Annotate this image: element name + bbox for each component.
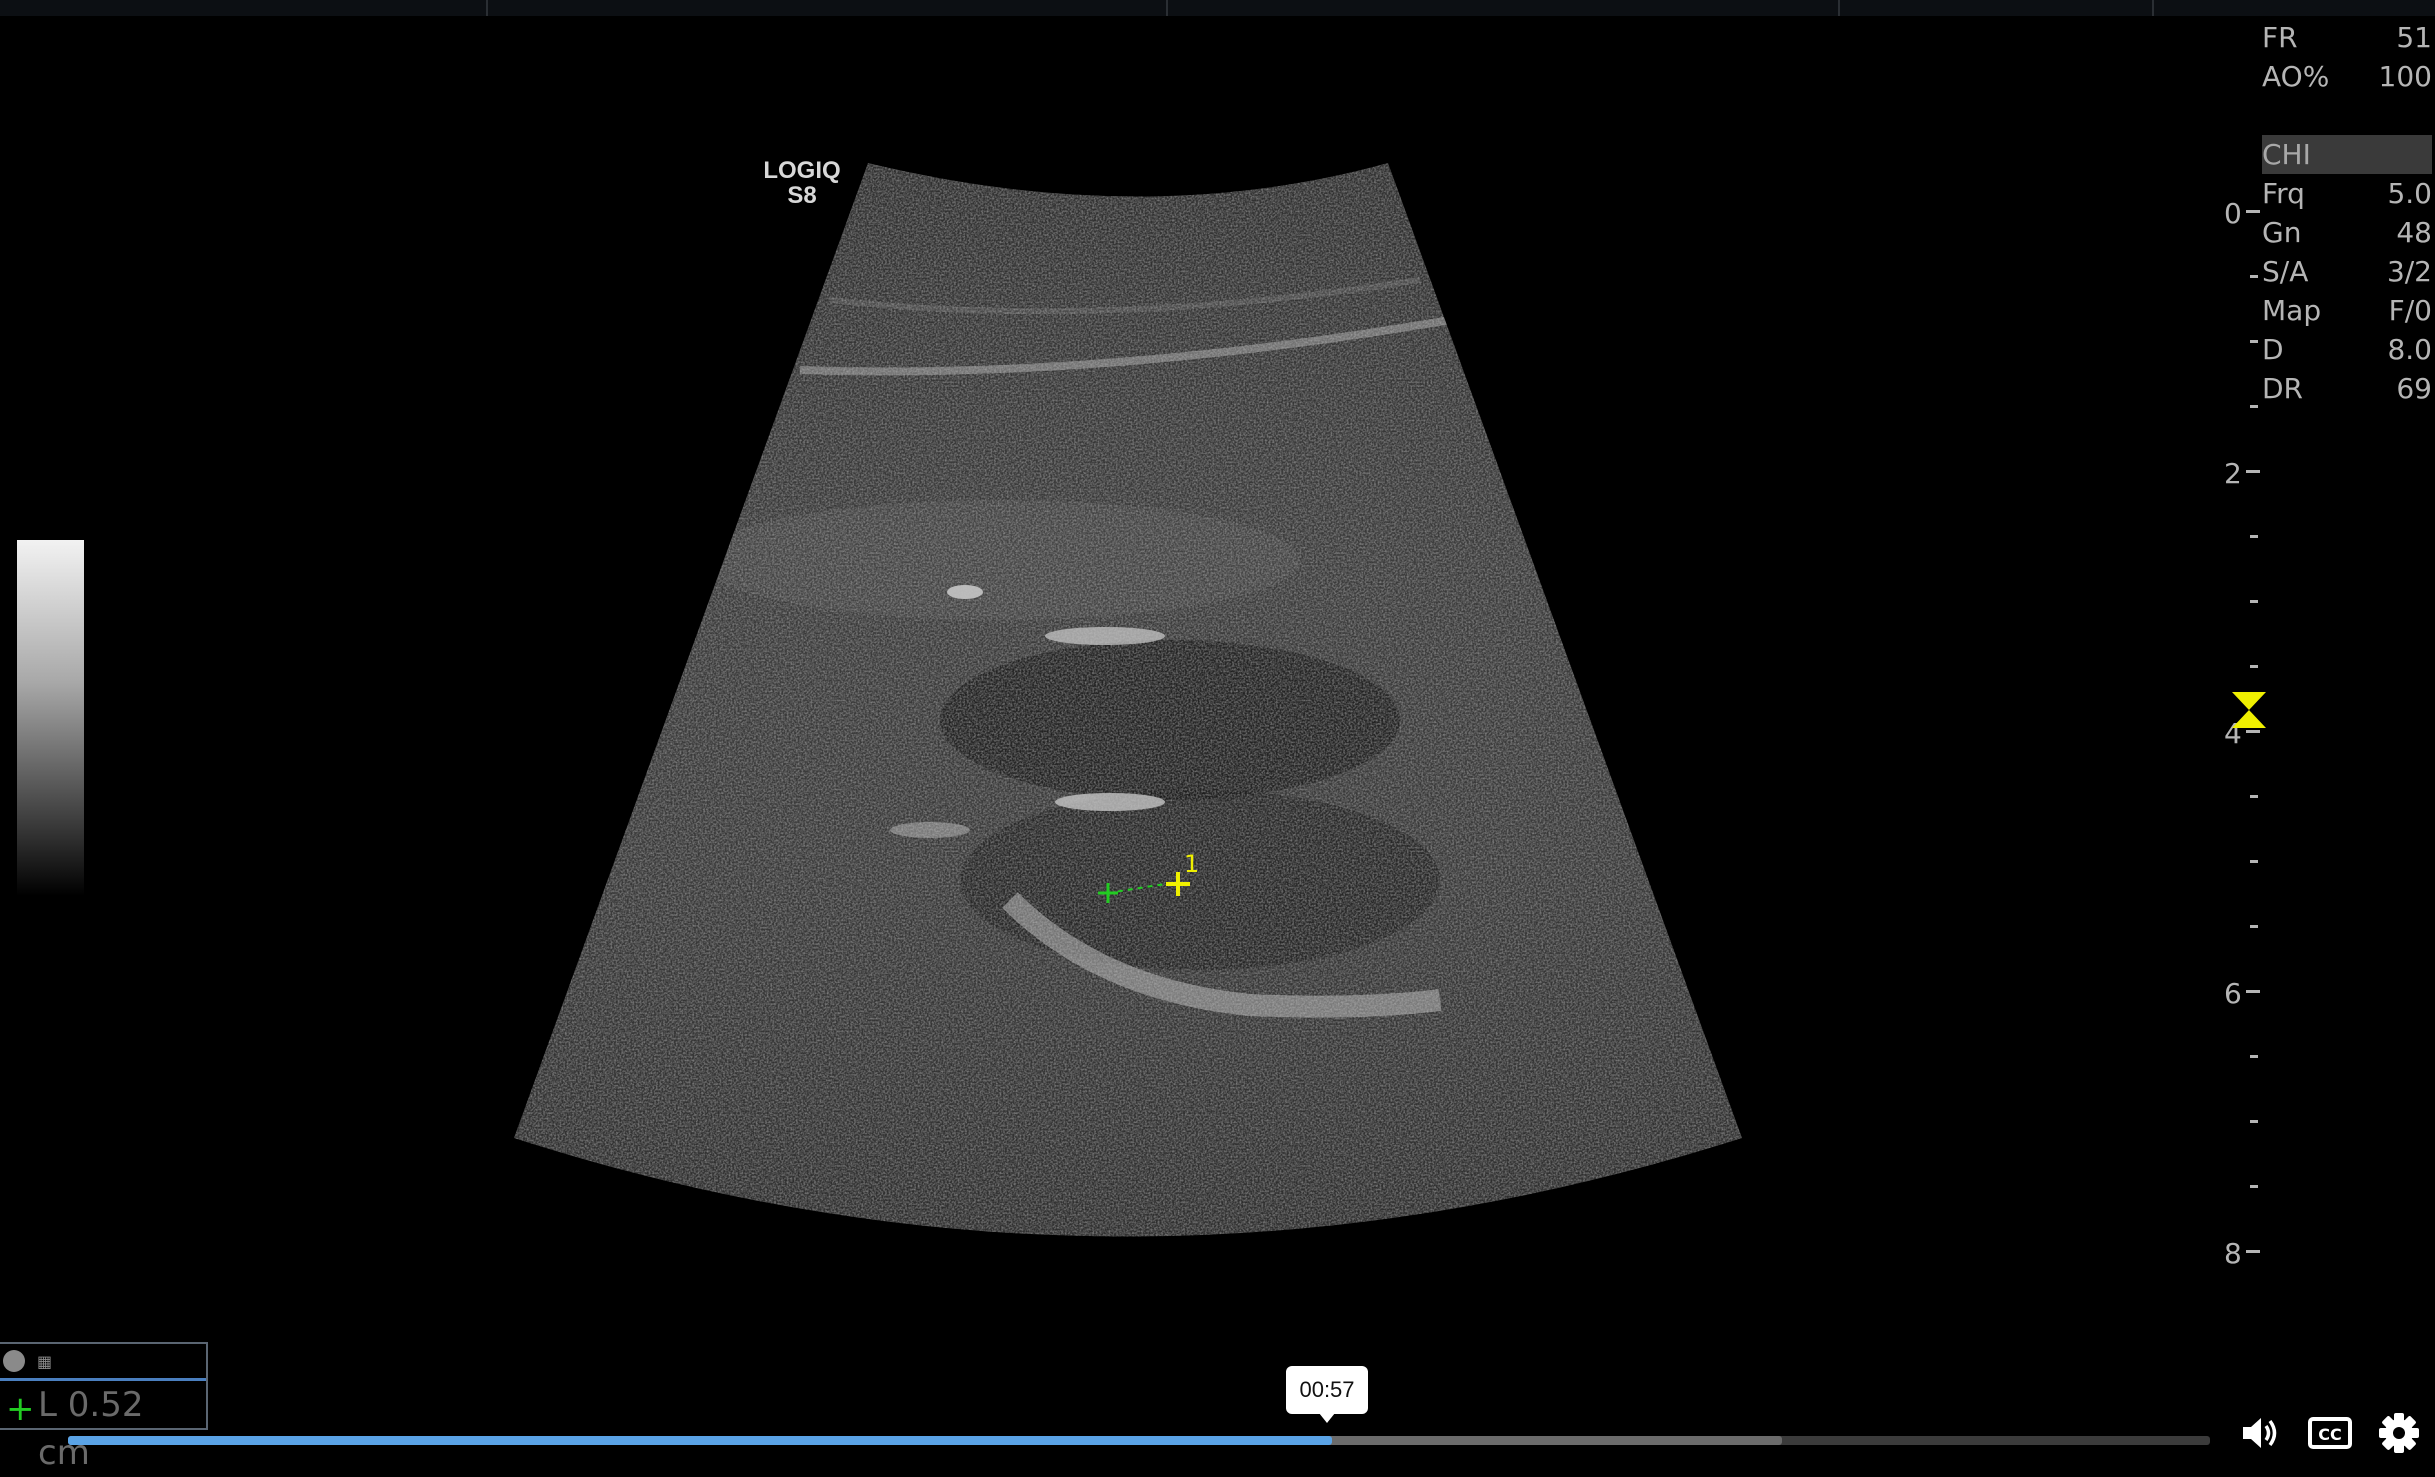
closed-captions-icon: CC xyxy=(2308,1417,2352,1449)
depth-tick xyxy=(2250,535,2258,538)
measurement-label: L xyxy=(38,1385,57,1425)
depth-tick xyxy=(2250,1055,2258,1058)
depth-tick xyxy=(2250,665,2258,668)
captions-button[interactable]: CC xyxy=(2306,1410,2354,1456)
depth-label-0: 0 xyxy=(2224,197,2242,230)
svg-text:CC: CC xyxy=(2318,1425,2341,1444)
depth-label-2: 2 xyxy=(2224,457,2242,490)
depth-label-8: 8 xyxy=(2224,1237,2242,1270)
logo-line2: S8 xyxy=(787,182,817,209)
parameter-panel: FR 51 AO% 100 CHI Frq 5.0 Gn 48 S/A 3/2 Map F/… xyxy=(2262,18,2432,408)
measurement-panel: ▦ + L 0.52 cm xyxy=(0,1342,208,1473)
logo-line1: LOGIQ xyxy=(763,157,841,184)
settings-button[interactable] xyxy=(2375,1410,2423,1456)
depth-tick xyxy=(2246,1250,2260,1253)
depth-tick xyxy=(2246,990,2260,993)
param-dr: DR 69 xyxy=(2262,372,2432,405)
image-small-icon: ▦ xyxy=(37,1351,53,1371)
depth-tick xyxy=(2250,1120,2258,1123)
grayscale-bar xyxy=(17,540,84,896)
depth-tick xyxy=(2250,925,2258,928)
volume-icon xyxy=(2243,1418,2277,1448)
caliper-index-label: 1 xyxy=(1184,850,1199,878)
time-tooltip: 00:57 xyxy=(1286,1366,1368,1423)
param-gn: Gn 48 xyxy=(2262,216,2432,249)
depth-tick xyxy=(2250,405,2258,408)
param-fr: FR 51 xyxy=(2262,21,2432,54)
depth-label-6: 6 xyxy=(2224,977,2242,1010)
volume-button[interactable] xyxy=(2237,1410,2285,1456)
caliper-cross-icon: + xyxy=(6,1389,35,1429)
progress-bar[interactable] xyxy=(68,1436,2210,1445)
depth-tick xyxy=(2250,860,2258,863)
depth-tick xyxy=(2250,795,2258,798)
param-d: D 8.0 xyxy=(2262,333,2432,366)
focal-zone-marker xyxy=(2232,692,2266,728)
param-chi: CHI xyxy=(2262,135,2432,174)
depth-scale: 0 2 4 6 8 xyxy=(2224,180,2264,1290)
depth-tick xyxy=(2246,470,2260,473)
device-logo: LOGIQ S8 xyxy=(752,158,852,208)
ultrasound-image: 1 xyxy=(514,163,1742,1237)
depth-tick xyxy=(2246,210,2260,213)
param-frq: Frq 5.0 xyxy=(2262,177,2432,210)
param-map: Map F/0 xyxy=(2262,294,2432,327)
sector-scan xyxy=(514,163,1742,1237)
param-sa: S/A 3/2 xyxy=(2262,255,2432,288)
param-spacer xyxy=(2262,96,2432,135)
record-dot-icon xyxy=(3,1350,25,1372)
measurement-header: ▦ xyxy=(0,1344,206,1381)
param-ao: AO% 100 xyxy=(2262,60,2432,93)
depth-tick xyxy=(2250,600,2258,603)
depth-tick xyxy=(2250,275,2258,278)
settings-gear-icon xyxy=(2379,1413,2419,1453)
progress-played xyxy=(68,1436,1332,1445)
measurement-result: + L 0.52 cm xyxy=(0,1381,206,1477)
depth-tick xyxy=(2250,340,2258,343)
depth-tick xyxy=(2246,730,2260,733)
depth-tick xyxy=(2250,1185,2258,1188)
